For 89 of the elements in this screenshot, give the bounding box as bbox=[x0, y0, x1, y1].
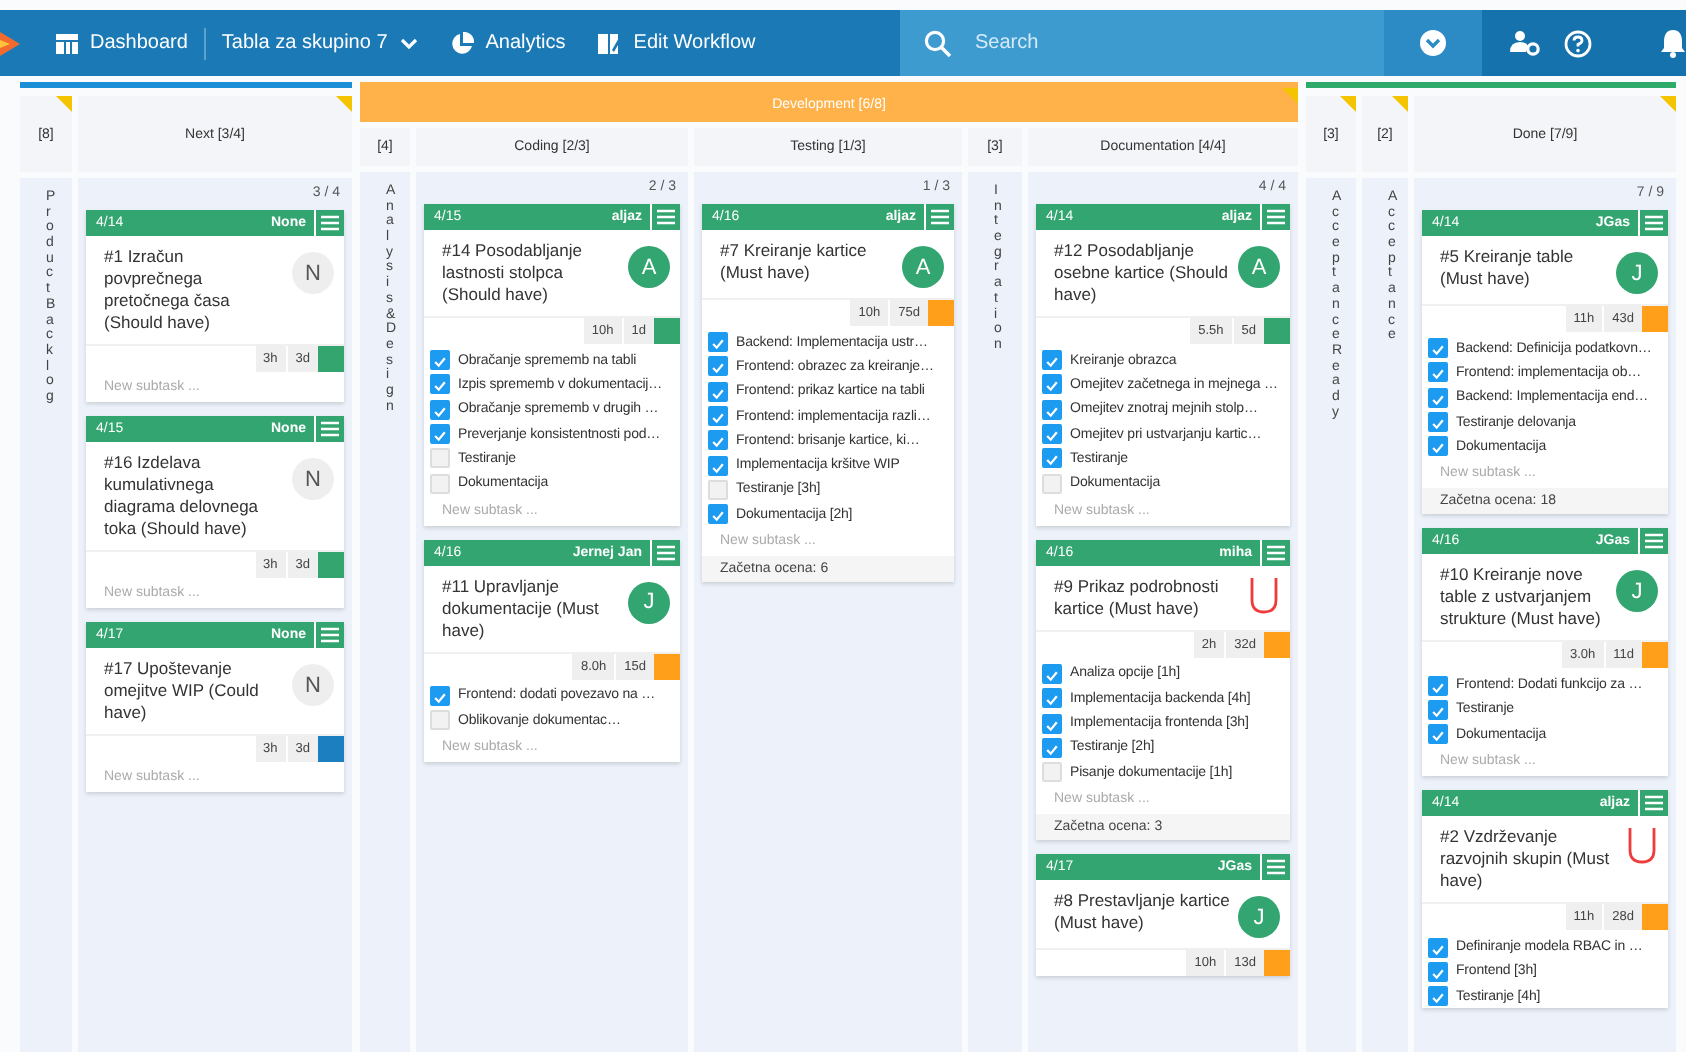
checkbox[interactable] bbox=[430, 374, 450, 395]
card-title: #9 Prikaz podrobnosti kartice (Must have) bbox=[1054, 575, 1221, 620]
checkbox[interactable] bbox=[708, 430, 728, 451]
checkbox[interactable] bbox=[708, 455, 728, 476]
task-card[interactable] bbox=[1422, 210, 1668, 515]
menu-icon[interactable] bbox=[1260, 854, 1290, 881]
avatar: J bbox=[1616, 252, 1658, 294]
checkbox[interactable] bbox=[1042, 448, 1062, 469]
checkbox[interactable] bbox=[1428, 362, 1448, 383]
avatar: A bbox=[1238, 246, 1280, 288]
card-title: #16 Izdelava kumulativnega diagrama delovnega toka (Should have) bbox=[104, 452, 261, 540]
search-input[interactable]: Search bbox=[971, 30, 1380, 56]
checkbox[interactable] bbox=[1428, 387, 1448, 408]
menu-icon[interactable] bbox=[1638, 528, 1668, 555]
task-card[interactable] bbox=[1036, 204, 1290, 526]
checkbox[interactable] bbox=[430, 685, 450, 706]
card-title: #8 Prestavljanje kartice (Must have) bbox=[1054, 890, 1230, 935]
avatar: N bbox=[292, 252, 334, 294]
avatar: J bbox=[628, 581, 670, 624]
card-title: #12 Posodabljanje osebne kartice (Should have) bbox=[1054, 240, 1230, 306]
bell-icon[interactable] bbox=[1660, 28, 1686, 58]
task-card[interactable] bbox=[702, 204, 954, 583]
menu-icon[interactable] bbox=[924, 204, 954, 230]
checkbox[interactable] bbox=[1042, 688, 1062, 709]
checkbox[interactable] bbox=[1042, 399, 1062, 420]
checkbox[interactable] bbox=[1428, 675, 1448, 696]
nav-link[interactable]: Analytics bbox=[433, 21, 582, 65]
card-title: #11 Upravljanje dokumentacije (Must have) bbox=[442, 575, 601, 642]
checkbox[interactable] bbox=[1428, 724, 1448, 745]
pie-chart-icon bbox=[449, 31, 474, 55]
checkbox[interactable] bbox=[708, 406, 728, 427]
users-gear-icon[interactable] bbox=[1510, 30, 1540, 56]
menu-icon[interactable] bbox=[650, 539, 680, 566]
checkbox[interactable] bbox=[1042, 663, 1062, 684]
avatar: N bbox=[292, 458, 334, 500]
checkbox[interactable] bbox=[1428, 699, 1448, 720]
checkbox[interactable] bbox=[1428, 436, 1448, 457]
card-title: #10 Kreiranje nove table z ustvarjanjem strukture (Must have) bbox=[1440, 564, 1603, 631]
avatar: J bbox=[1238, 896, 1280, 939]
edit-icon bbox=[597, 31, 622, 55]
menu-icon[interactable] bbox=[1260, 539, 1290, 566]
checkbox[interactable] bbox=[430, 424, 450, 445]
checkbox[interactable] bbox=[1428, 937, 1448, 958]
checkbox[interactable] bbox=[708, 356, 728, 377]
checkbox[interactable] bbox=[1042, 424, 1062, 445]
checkbox[interactable] bbox=[708, 504, 728, 525]
menu-icon[interactable] bbox=[1260, 204, 1290, 230]
menu-icon[interactable] bbox=[314, 210, 344, 236]
horseshoe-icon bbox=[1626, 826, 1658, 867]
card-title: #1 Izračun povprečnega pretočnega časa (Should have) bbox=[104, 246, 232, 334]
checkbox[interactable] bbox=[1042, 374, 1062, 395]
chevron-down-icon[interactable] bbox=[1420, 30, 1447, 56]
task-card[interactable] bbox=[1036, 539, 1290, 841]
table-icon bbox=[56, 33, 78, 53]
checkbox[interactable] bbox=[708, 332, 728, 353]
horseshoe-icon bbox=[1248, 575, 1280, 616]
checkbox[interactable] bbox=[1042, 713, 1062, 734]
task-card[interactable] bbox=[424, 204, 680, 526]
caret-icon bbox=[399, 37, 418, 49]
checkbox[interactable] bbox=[708, 381, 728, 402]
card-title: #14 Posodabljanje lastnosti stolpca (Should have) bbox=[442, 240, 584, 306]
avatar: N bbox=[292, 664, 334, 706]
menu-icon[interactable] bbox=[1638, 790, 1668, 817]
checkbox[interactable] bbox=[1042, 350, 1062, 371]
checkbox[interactable] bbox=[430, 399, 450, 420]
card-title: #17 Upoštevanje omejitve WIP (Could have) bbox=[104, 658, 261, 724]
card-title: #7 Kreiranje kartice (Must have) bbox=[720, 240, 869, 284]
menu-icon[interactable] bbox=[314, 622, 344, 648]
nav-link[interactable]: Edit Workflow bbox=[581, 21, 772, 65]
avatar: J bbox=[1616, 570, 1658, 613]
menu-icon[interactable] bbox=[314, 416, 344, 442]
avatar: A bbox=[902, 246, 944, 288]
checkbox[interactable] bbox=[1428, 961, 1448, 982]
logo-icon[interactable] bbox=[0, 27, 20, 59]
help-icon[interactable] bbox=[1564, 29, 1592, 57]
checkbox[interactable] bbox=[1428, 338, 1448, 359]
card-title: #2 Vzdrževanje razvojnih skupin (Must have) bbox=[1440, 826, 1612, 893]
checkbox[interactable] bbox=[1042, 737, 1062, 758]
checkbox[interactable] bbox=[1428, 412, 1448, 433]
menu-icon[interactable] bbox=[1638, 210, 1668, 236]
search-icon bbox=[923, 29, 952, 57]
nav-link[interactable]: Dashboard bbox=[40, 21, 204, 65]
nav-link[interactable]: Tabla za skupino 7 bbox=[205, 21, 434, 65]
menu-icon[interactable] bbox=[650, 204, 680, 230]
checkbox[interactable] bbox=[1428, 986, 1448, 1007]
avatar: A bbox=[628, 246, 670, 288]
search-field[interactable]: Search bbox=[899, 10, 1385, 76]
card-title: #5 Kreiranje table (Must have) bbox=[1440, 246, 1576, 290]
checkbox[interactable] bbox=[430, 350, 450, 371]
